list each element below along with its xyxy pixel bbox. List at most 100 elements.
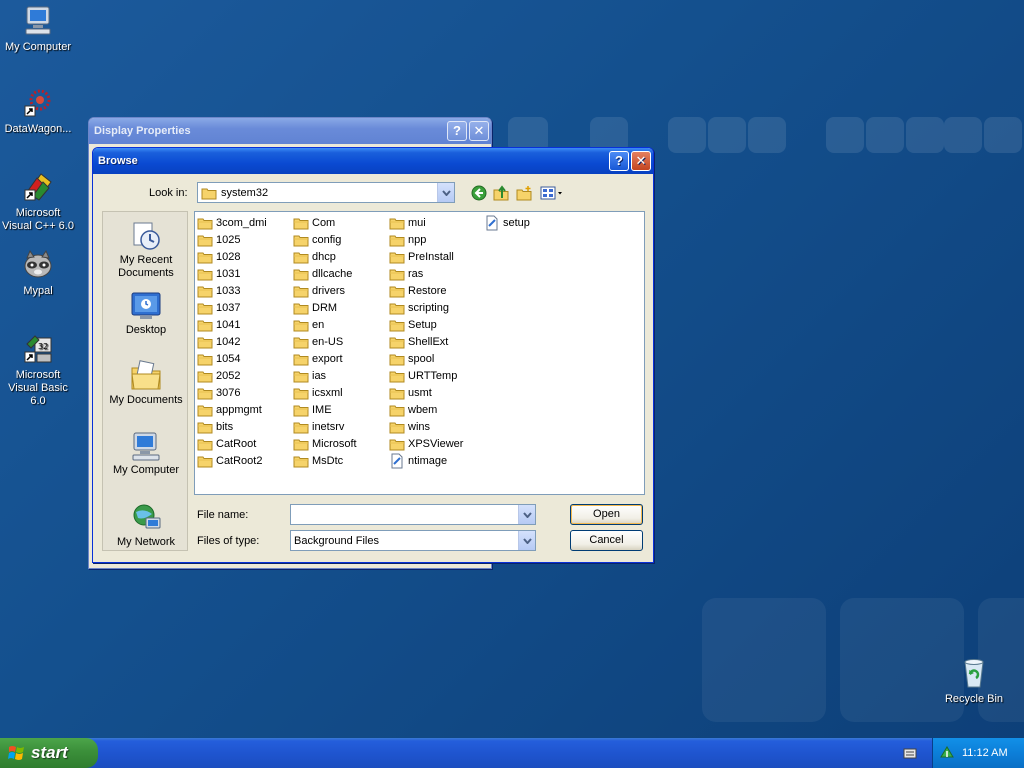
display-properties-titlebar[interactable]: Display Properties ? ✕ — [89, 118, 491, 144]
place-desktop[interactable]: Desktop — [103, 290, 189, 337]
chevron-down-icon[interactable] — [518, 505, 535, 524]
chevron-down-icon[interactable] — [518, 531, 535, 550]
folder-icon — [293, 354, 309, 365]
place-label: My Computer — [112, 464, 180, 476]
desktop-icon-datawagon[interactable]: DataWagon... — [0, 86, 76, 136]
folder-icon — [197, 252, 213, 263]
file-item-label: dllcache — [312, 267, 353, 280]
file-list-item[interactable]: 1042 — [197, 333, 240, 350]
file-item-label: appmgmt — [216, 403, 262, 416]
help-button[interactable]: ? — [447, 121, 467, 141]
folder-icon — [293, 269, 309, 280]
folder-icon — [293, 252, 309, 263]
file-list-item[interactable]: inetsrv — [293, 418, 344, 435]
desktop-icon-recycle-bin[interactable]: Recycle Bin — [936, 656, 1012, 706]
file-list-item[interactable]: usmt — [389, 384, 432, 401]
back-icon[interactable] — [469, 183, 489, 203]
file-item-label: en — [312, 318, 325, 331]
file-list-item[interactable]: icsxml — [293, 384, 343, 401]
start-button[interactable]: start — [0, 738, 98, 768]
file-list-item[interactable]: 1041 — [197, 316, 240, 333]
file-list-item[interactable]: export — [293, 350, 343, 367]
file-list-item[interactable]: 3076 — [197, 384, 240, 401]
close-button[interactable]: ✕ — [631, 151, 651, 171]
folder-icon — [293, 337, 309, 348]
desktop-icon-label: DataWagon... — [4, 123, 72, 135]
file-list-item[interactable]: XPSViewer — [389, 435, 463, 452]
file-list-item[interactable]: Setup — [389, 316, 437, 333]
file-list-item[interactable]: wbem — [389, 401, 437, 418]
desktop-icon-visual-basic[interactable]: 32 Microsoft Visual Basic 6.0 — [0, 332, 76, 408]
file-list-item[interactable]: drivers — [293, 282, 345, 299]
look-in-dropdown[interactable]: system32 — [197, 182, 455, 203]
new-folder-icon[interactable] — [514, 183, 534, 203]
file-list-item[interactable]: 3com_dmi — [197, 214, 267, 231]
help-button[interactable]: ? — [609, 151, 629, 171]
desktop-icon-visual-cpp[interactable]: Microsoft Visual C++ 6.0 — [0, 170, 76, 233]
file-list-item[interactable]: 1025 — [197, 231, 240, 248]
file-list-item[interactable]: mui — [389, 214, 426, 231]
file-list-item[interactable]: 1031 — [197, 265, 240, 282]
file-item-label: wbem — [408, 403, 438, 416]
clock[interactable]: 11:12 AM — [962, 747, 1008, 759]
file-list-item[interactable]: en-US — [293, 333, 343, 350]
file-list-item[interactable]: Com — [293, 214, 335, 231]
file-list-item[interactable]: 1033 — [197, 282, 240, 299]
desktop-icon-mypal[interactable]: Mypal — [0, 248, 76, 298]
views-menu-icon[interactable] — [539, 183, 565, 203]
place-my-recent-documents[interactable]: My Recent Documents — [103, 220, 189, 280]
file-list-item[interactable]: CatRoot2 — [197, 452, 262, 469]
file-list-item[interactable]: URTTemp — [389, 367, 457, 384]
cancel-button[interactable]: Cancel — [570, 530, 643, 551]
place-my-network[interactable]: My Network — [103, 502, 189, 549]
file-list-item[interactable]: spool — [389, 350, 434, 367]
file-list-item[interactable]: MsDtc — [293, 452, 343, 469]
folder-icon — [389, 422, 405, 433]
file-list-item[interactable]: bits — [197, 418, 233, 435]
chevron-down-icon[interactable] — [437, 183, 454, 202]
file-list-item[interactable]: dllcache — [293, 265, 352, 282]
up-folder-icon[interactable] — [491, 183, 511, 203]
open-button[interactable]: Open — [570, 504, 643, 525]
desktop-icon-my-computer[interactable]: My Computer — [0, 4, 76, 54]
file-list-item[interactable]: ias — [293, 367, 326, 384]
file-list-item[interactable]: 1037 — [197, 299, 240, 316]
folder-icon — [389, 371, 405, 382]
file-list-item[interactable]: CatRoot — [197, 435, 256, 452]
place-my-documents[interactable]: My Documents — [103, 360, 189, 407]
file-list-item[interactable]: setup — [484, 214, 530, 231]
file-list-item[interactable]: Microsoft — [293, 435, 357, 452]
files-of-type-dropdown[interactable]: Background Files — [290, 530, 536, 551]
my-documents-icon — [131, 360, 161, 390]
file-list-item[interactable]: IME — [293, 401, 332, 418]
file-list-item[interactable]: ntimage — [389, 452, 447, 469]
file-list-item[interactable]: ras — [389, 265, 423, 282]
file-list-item[interactable]: en — [293, 316, 324, 333]
file-list-item[interactable]: config — [293, 231, 341, 248]
file-list-item[interactable]: PreInstall — [389, 248, 454, 265]
file-item-label: dhcp — [312, 250, 336, 263]
file-list-item[interactable]: npp — [389, 231, 426, 248]
file-list-item[interactable]: DRM — [293, 299, 337, 316]
look-in-value: system32 — [221, 186, 269, 199]
close-button[interactable]: ✕ — [469, 121, 489, 141]
browse-titlebar[interactable]: Browse ? ✕ — [93, 148, 653, 174]
file-list-item[interactable]: appmgmt — [197, 401, 262, 418]
keyboard-icon[interactable] — [903, 746, 917, 763]
file-list[interactable]: 3com_dmi 1025 1028 1031 1033 1037 1041 1042 1054… — [194, 211, 645, 495]
file-list-item[interactable]: Restore — [389, 282, 447, 299]
place-my-computer[interactable]: My Computer — [103, 430, 189, 477]
file-list-item[interactable]: ShellExt — [389, 333, 448, 350]
file-item-label: 3com_dmi — [216, 216, 267, 229]
safely-remove-hardware-icon[interactable] — [939, 745, 955, 761]
folder-icon — [197, 388, 213, 399]
file-name-field[interactable] — [290, 504, 536, 525]
file-list-item[interactable]: wins — [389, 418, 430, 435]
file-list-item[interactable]: 1028 — [197, 248, 240, 265]
file-list-item[interactable]: scripting — [389, 299, 449, 316]
file-item-label: CatRoot2 — [216, 454, 263, 467]
browse-dialog[interactable]: Browse ? ✕ Look in: system32 My Recent D… — [92, 147, 654, 563]
file-list-item[interactable]: 1054 — [197, 350, 240, 367]
file-list-item[interactable]: 2052 — [197, 367, 240, 384]
file-list-item[interactable]: dhcp — [293, 248, 336, 265]
